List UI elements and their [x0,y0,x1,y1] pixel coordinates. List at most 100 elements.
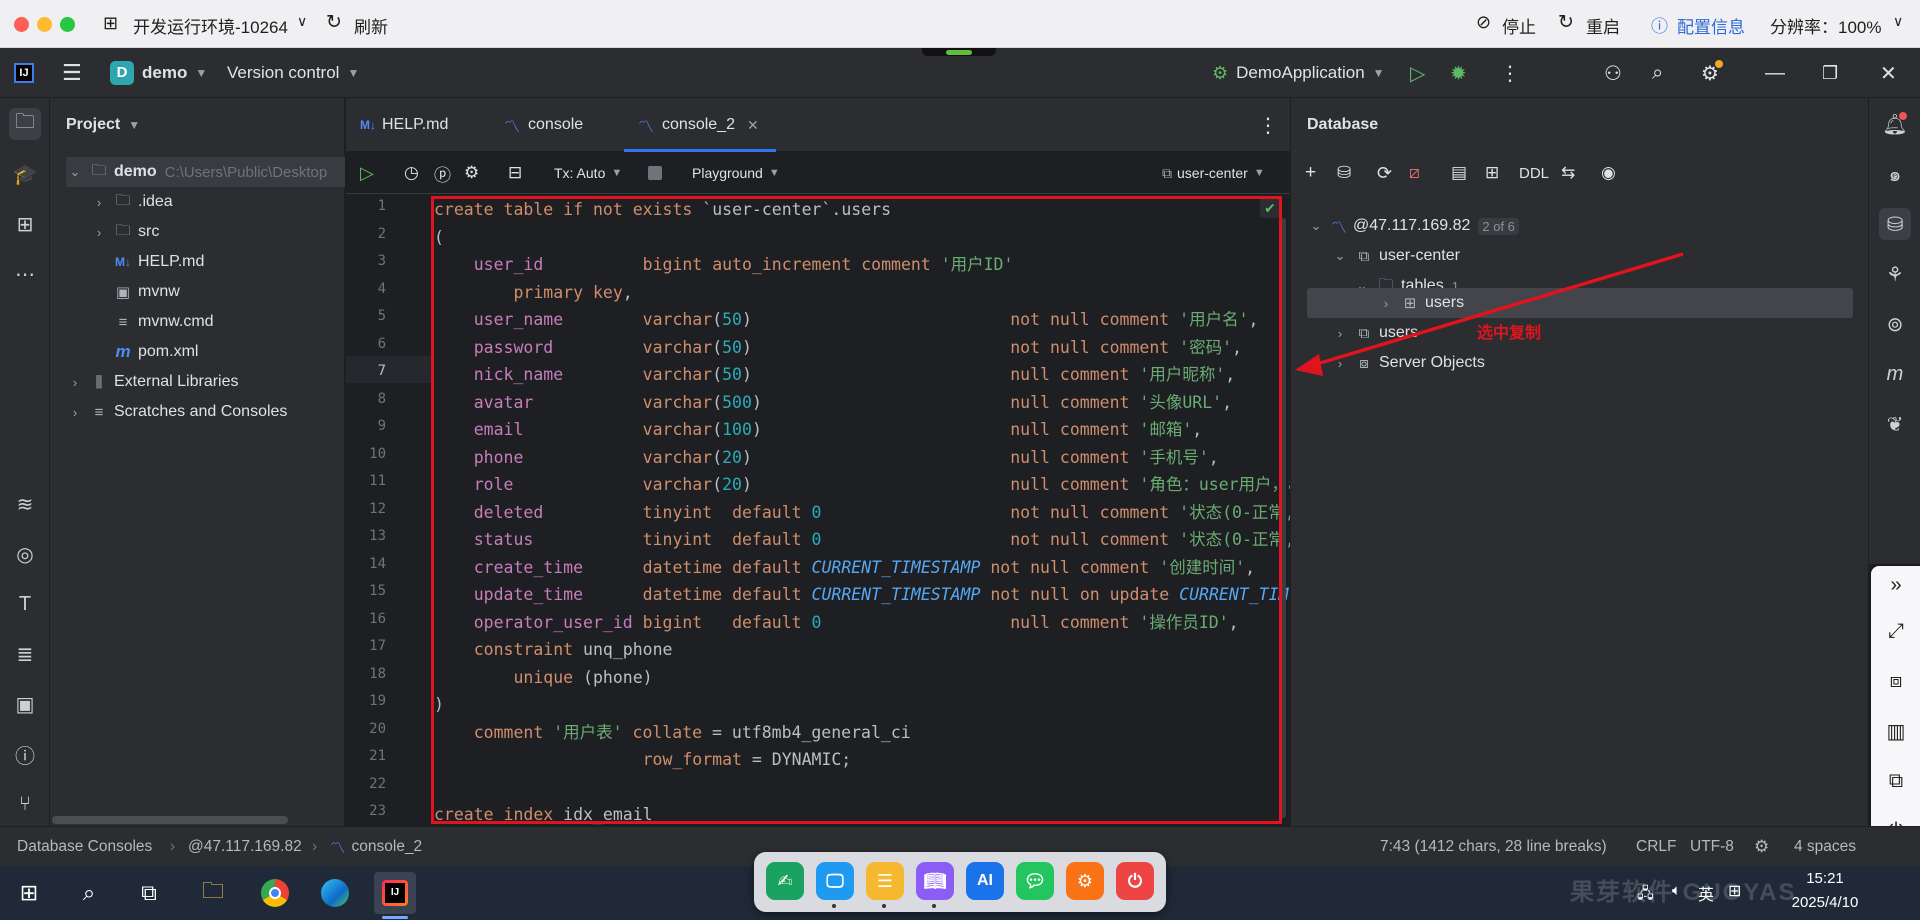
services-icon[interactable]: ◎ [9,538,41,570]
minimize-window-button[interactable] [37,17,52,32]
tree-item-pom-xml[interactable]: m pom.xml [114,337,198,367]
add-user-icon[interactable]: ⚇ [1604,48,1622,98]
structure-icon[interactable]: ⊞ [9,208,41,240]
horizontal-scrollbar[interactable] [52,816,288,824]
config-button[interactable]: 配置信息 [1677,13,1745,38]
refresh-icon[interactable]: ↻ [326,11,342,34]
git-branch-icon[interactable]: ⑂ [9,788,41,820]
signature-app-icon[interactable]: ✍ [766,862,804,900]
database-icon[interactable]: ⛁ [1879,208,1911,240]
stop-icon[interactable]: ⊘ [1476,12,1491,33]
close-tab-icon[interactable]: ✕ [747,117,759,134]
layout-icon[interactable]: ▥ [1881,716,1911,746]
schema-dropdown[interactable]: ⧉ user-center ▼ [1162,152,1265,194]
restart-icon[interactable]: ↻ [1558,11,1574,34]
tab-console[interactable]: 〽 console [504,98,583,152]
tree-item-external-libraries[interactable]: › ⫼ External Libraries [68,367,239,397]
notifications-bell-icon[interactable]: 🔔︎ [1879,108,1911,140]
chevron-down-icon[interactable]: ∨ [297,13,307,30]
restart-button[interactable]: 重启 [1586,13,1620,38]
maven-icon[interactable]: m [1879,358,1911,390]
spring-icon[interactable]: ❦ [1879,408,1911,440]
tab-console-2[interactable]: 〽 console_2 ✕ [638,98,759,152]
tree-item-help-md[interactable]: M↓ HELP.md [114,247,204,277]
book-app-icon[interactable]: 📖︎ [916,862,954,900]
execute-icon[interactable]: ▷ [360,152,374,194]
copy-window-icon[interactable]: ⧉ [1881,766,1911,796]
project-selector[interactable]: D demo ▼ [110,48,207,98]
breadcrumb-database-consoles[interactable]: Database Consoles [17,827,152,867]
tree-item-src[interactable]: › 🗀 src [92,217,160,247]
minimize-icon[interactable]: — [1765,48,1785,98]
indent-setting[interactable]: 4 spaces [1794,827,1856,867]
project-panel-header[interactable]: Project ▼ [66,110,140,140]
history-icon[interactable]: ◷ [404,152,419,194]
chrome-icon[interactable] [254,872,296,914]
ime-indicator[interactable]: 英 [1698,881,1714,905]
vcs-selector[interactable]: Version control ▼ [227,48,359,98]
intellij-taskbar-icon[interactable]: IJ [374,872,416,914]
run-config-selector[interactable]: ⚙ DemoApplication ▼ [1212,48,1385,98]
ai-app-icon[interactable]: AI [966,862,1004,900]
tab-help-md[interactable]: M↓ HELP.md [360,98,448,152]
chat-app-icon[interactable]: 💬︎ [1016,862,1054,900]
refresh-button[interactable]: 刷新 [354,13,388,38]
stop-button[interactable]: 停止 [1502,13,1536,38]
caret-position[interactable]: 7:43 (1412 chars, 28 line breaks) [1380,827,1607,867]
table-view-icon[interactable]: ⊟ [508,152,522,194]
clock-date[interactable]: 2025/4/10 [1778,894,1872,911]
learn-icon[interactable]: 🎓 [9,158,41,190]
database-changes-icon[interactable]: ≣ [9,638,41,670]
project-folder-icon[interactable]: 🗀 [9,108,41,140]
network-icon[interactable]: 🖧 [1637,883,1654,908]
tx-mode-dropdown[interactable]: Tx: Auto ▼ [554,152,622,194]
desktop-app-icon[interactable]: 🖵 [816,862,854,900]
maximize-window-button[interactable] [60,17,75,32]
collapse-icon[interactable]: » [1881,570,1911,600]
more-actions-icon[interactable]: ⋮ [1500,48,1520,98]
restore-icon[interactable]: ❐ [1822,48,1838,98]
task-view-icon[interactable]: ⧉ [128,872,170,914]
settings-gear-icon[interactable]: ⚙ [1701,48,1723,98]
stop-icon[interactable] [648,152,662,194]
database-console-icon[interactable]: ≋ [9,488,41,520]
edge-icon[interactable] [314,872,356,914]
chevron-down-icon[interactable]: ∨ [1893,13,1903,30]
power-app-icon[interactable]: ⏻ [1116,862,1154,900]
problems-icon[interactable]: ⓘ [9,738,41,770]
split-screen-icon[interactable]: ⧈ [1881,666,1911,696]
files-app-icon[interactable]: ☰ [866,862,904,900]
settings-app-icon[interactable]: ⚙ [1066,862,1104,900]
debug-icon[interactable]: ✹ [1450,48,1467,98]
resolution-dropdown[interactable]: 分辨率：100% [1770,13,1881,38]
run-icon[interactable]: ▷ [1410,48,1425,98]
ime-layout-icon[interactable]: ⊞ [1728,881,1741,901]
clock-time[interactable]: 15:21 [1790,870,1860,887]
breadcrumb-console-2[interactable]: 〽 console_2 [330,827,422,867]
windows-start-icon[interactable]: ⊞ [8,872,50,914]
build-hammer-icon[interactable]: T [9,588,41,620]
fullscreen-icon[interactable]: ⤢ [1881,616,1911,646]
code-style-icon[interactable]: ⚙ [1754,827,1769,867]
search-icon[interactable]: ⌕ [1652,48,1663,98]
plugin-icon[interactable]: ⚘ [1879,258,1911,290]
line-separator[interactable]: CRLF [1636,827,1676,867]
search-icon[interactable]: ⌕ [68,872,110,914]
explain-plan-icon[interactable]: ⓟ [434,152,451,194]
tree-item-mvnw[interactable]: ▣ mvnw [114,277,180,307]
file-explorer-icon[interactable]: 🗀 [192,872,234,914]
breadcrumb-host[interactable]: @47.117.169.82 [188,827,302,867]
close-window-button[interactable] [14,17,29,32]
ide-logo-icon[interactable]: IJ [14,48,34,98]
tree-item-mvnw-cmd[interactable]: ≡ mvnw.cmd [114,307,214,337]
main-menu-icon[interactable]: ☰ [62,48,82,98]
more-tools-icon[interactable]: ⋯ [9,258,41,290]
tree-item-demo[interactable]: ⌄ 🗀 demo C:\Users\Public\Desktop [68,157,328,187]
ai-assistant-icon[interactable]: ๑ [1879,158,1911,190]
playground-dropdown[interactable]: Playground ▼ [692,152,780,194]
tab-options-icon[interactable]: ⋮ [1258,98,1278,152]
close-icon[interactable]: ✕ [1880,48,1897,98]
volume-icon[interactable]: 🔈︎ [1672,882,1681,899]
remote-title[interactable]: 开发运行环境-10264 [133,13,288,38]
tree-item-idea[interactable]: › 🗀 .idea [92,187,173,217]
